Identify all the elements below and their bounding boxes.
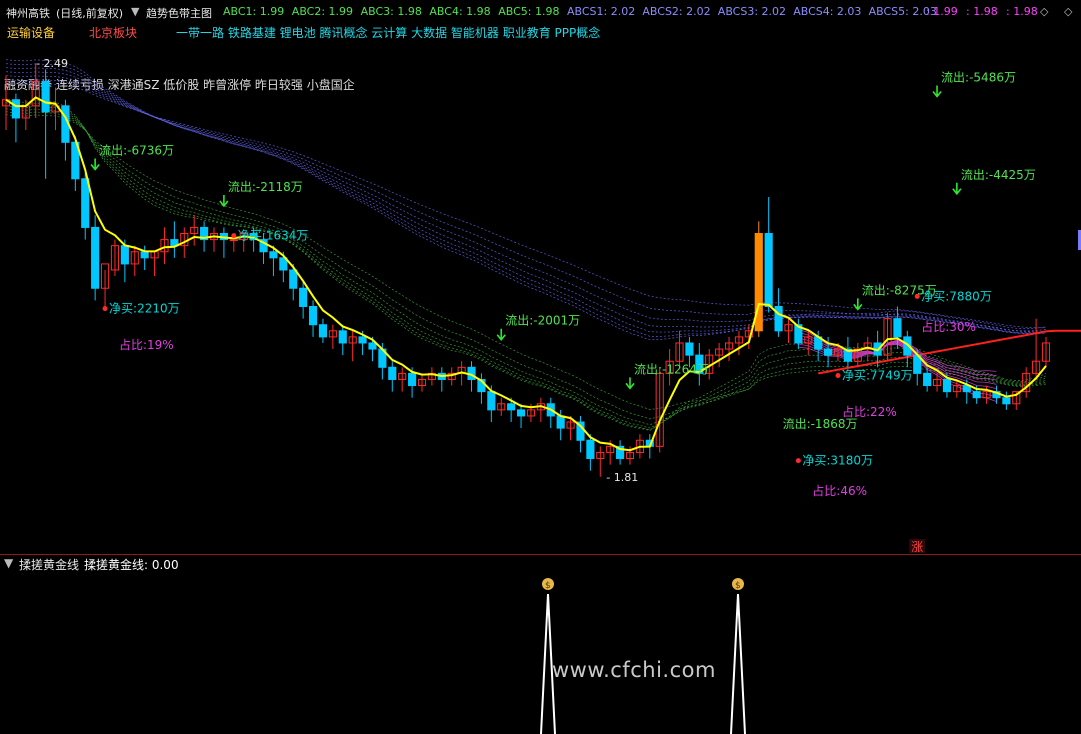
candle-body (1002, 397, 1011, 405)
candle-body (764, 233, 773, 307)
buy-dot-icon (231, 233, 237, 239)
money-bag-symbol: $ (735, 581, 741, 591)
outflow-arrow-icon (496, 328, 506, 342)
candle-body (487, 391, 496, 411)
price-chart[interactable]: - 2.49 - 1.81 流出:-6736万净买:2210万占比:19% 流出:-2… (0, 0, 1081, 734)
annotation-label: 占比:22% (842, 404, 897, 419)
annotation-label: 流出:-1868万 (783, 417, 858, 431)
gold-line-spike (730, 593, 746, 734)
candle-body (507, 403, 516, 411)
candle-body (824, 348, 833, 356)
candle-body (516, 409, 526, 417)
candle-body (140, 251, 149, 259)
outflow-arrow-icon (932, 85, 942, 98)
annotation-label: 流出:-5486万 (941, 70, 1016, 84)
buy-dot-icon (835, 372, 841, 378)
outflow-arrow-icon (952, 182, 962, 196)
outflow-arrow-icon (625, 377, 635, 390)
indicator-panel-value: 揉搓黄金线: 0.00 (84, 558, 179, 572)
candle-body (318, 324, 328, 338)
candle-body (358, 336, 367, 344)
annotation-label: 占比:30% (921, 319, 976, 334)
candle-body (893, 318, 902, 338)
candle-body (269, 251, 278, 259)
candle-body (308, 305, 318, 326)
annotation-label: 净买:2210万 (109, 302, 180, 316)
candle-body (299, 287, 308, 307)
candle-body (41, 80, 50, 113)
event-marker: 涨 (911, 539, 923, 554)
buy-dot-icon (914, 293, 920, 299)
outflow-arrow-icon (90, 158, 100, 171)
rebound-fan (798, 325, 1081, 402)
candle-body (120, 245, 129, 265)
candle-body (229, 239, 238, 242)
indicator-panel-name[interactable]: 揉搓黄金线 (19, 556, 79, 573)
annotation-label: 流出:-6736万 (99, 143, 174, 157)
annotation-label: 净买:7880万 (921, 289, 992, 303)
panel-divider (0, 554, 1081, 555)
candle-body (556, 415, 565, 429)
price-high-label: - 2.49 (36, 57, 68, 70)
ma-ribbon-green-5 (5, 114, 1047, 410)
candle-body (81, 178, 90, 228)
candle-body (289, 269, 298, 289)
buy-dot-icon (795, 458, 801, 464)
annotation-label: 占比:46% (812, 483, 867, 498)
candle-body (11, 99, 20, 119)
candle-body (685, 342, 694, 356)
annotation-label: 占比:19% (119, 337, 174, 352)
indicator-panel-dropdown-icon[interactable]: ▼ (4, 556, 13, 570)
annotation-label: 流出:-4425万 (961, 168, 1036, 182)
annotation-label: 流出:-2001万 (505, 314, 580, 328)
annotation-label: 流出:-2118万 (228, 180, 303, 194)
annotation-label: 净买:7749万 (842, 368, 913, 382)
candle-body (338, 330, 347, 344)
candle-body (774, 305, 783, 332)
candle-body (368, 342, 377, 350)
ma-ribbon-blue-0 (5, 59, 1047, 341)
candle-body (388, 366, 397, 380)
price-low-label: - 1.81 (606, 471, 638, 484)
money-bag-symbol: $ (545, 581, 551, 591)
candle-body (972, 391, 981, 399)
outflow-arrow-icon (219, 194, 229, 208)
buy-dot-icon (102, 306, 108, 312)
candle-body (586, 439, 595, 460)
watermark: www.cfchi.com (552, 658, 716, 682)
candle-body (91, 226, 100, 289)
annotation-label: 流出:-1264万 (634, 362, 709, 376)
annotation-label: 净买:1634万 (238, 229, 309, 243)
annotation-label: 净买:3180万 (802, 454, 873, 468)
candle-body (408, 372, 417, 387)
candle-body (923, 372, 932, 387)
candle-body (942, 378, 952, 393)
